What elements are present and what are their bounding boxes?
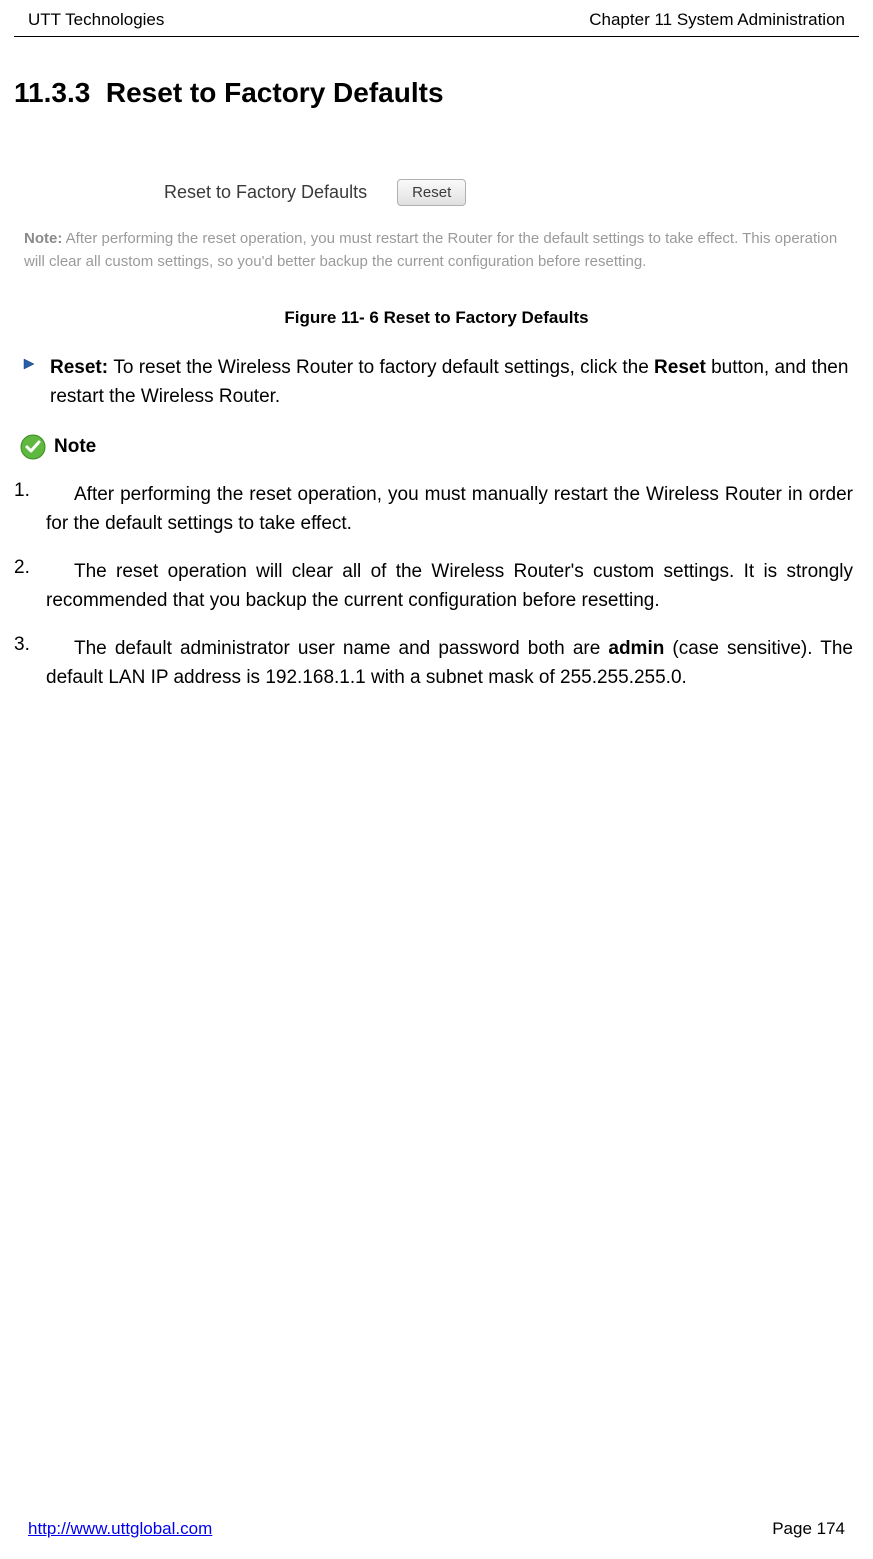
page-number: Page 174 [772,1519,845,1539]
list-item: 3. The default administrator user name a… [14,634,859,693]
item3-bold: admin [608,638,664,659]
reset-label: Reset to Factory Defaults [164,182,367,203]
list-item: 2. The reset operation will clear all of… [14,557,859,616]
reset-row: Reset to Factory Defaults Reset [164,179,849,206]
note-label: Note [54,436,96,458]
item-text: The default administrator user name and … [46,634,853,693]
header-divider [14,36,859,37]
bullet-t1: To reset the Wireless Router to factory … [113,357,654,378]
list-item: 1. After performing the reset operation,… [14,480,859,539]
item3-t1: The default administrator user name and … [74,638,608,659]
header-right: Chapter 11 System Administration [589,10,845,30]
check-icon [20,434,46,460]
embedded-screenshot: Reset to Factory Defaults Reset Note: Af… [14,139,859,273]
screenshot-note: Note: After performing the reset operati… [24,228,849,273]
bullet-item: Reset: To reset the Wireless Router to f… [14,353,859,412]
item-text: After performing the reset operation, yo… [46,480,853,539]
figure-caption: Figure 11- 6 Reset to Factory Defaults [14,308,859,328]
header-left: UTT Technologies [28,10,164,30]
footer-link[interactable]: http://www.uttglobal.com [28,1519,212,1539]
section-heading: 11.3.3 Reset to Factory Defaults [14,77,859,109]
bullet-bold-1: Reset: [50,357,113,378]
section-number: 11.3.3 [14,77,90,108]
note-heading-row: Note [14,434,859,460]
arrow-icon [22,357,36,371]
note-body: After performing the reset operation, yo… [24,230,837,270]
reset-button[interactable]: Reset [397,179,466,206]
note-bold: Note: [24,230,62,247]
section-title: Reset to Factory Defaults [106,77,444,108]
bullet-bold-2: Reset [654,357,706,378]
page-header: UTT Technologies Chapter 11 System Admin… [0,0,873,36]
item-text: The reset operation will clear all of th… [46,557,853,616]
bullet-text: Reset: To reset the Wireless Router to f… [50,353,851,412]
page-footer: http://www.uttglobal.com Page 174 [0,1519,873,1539]
